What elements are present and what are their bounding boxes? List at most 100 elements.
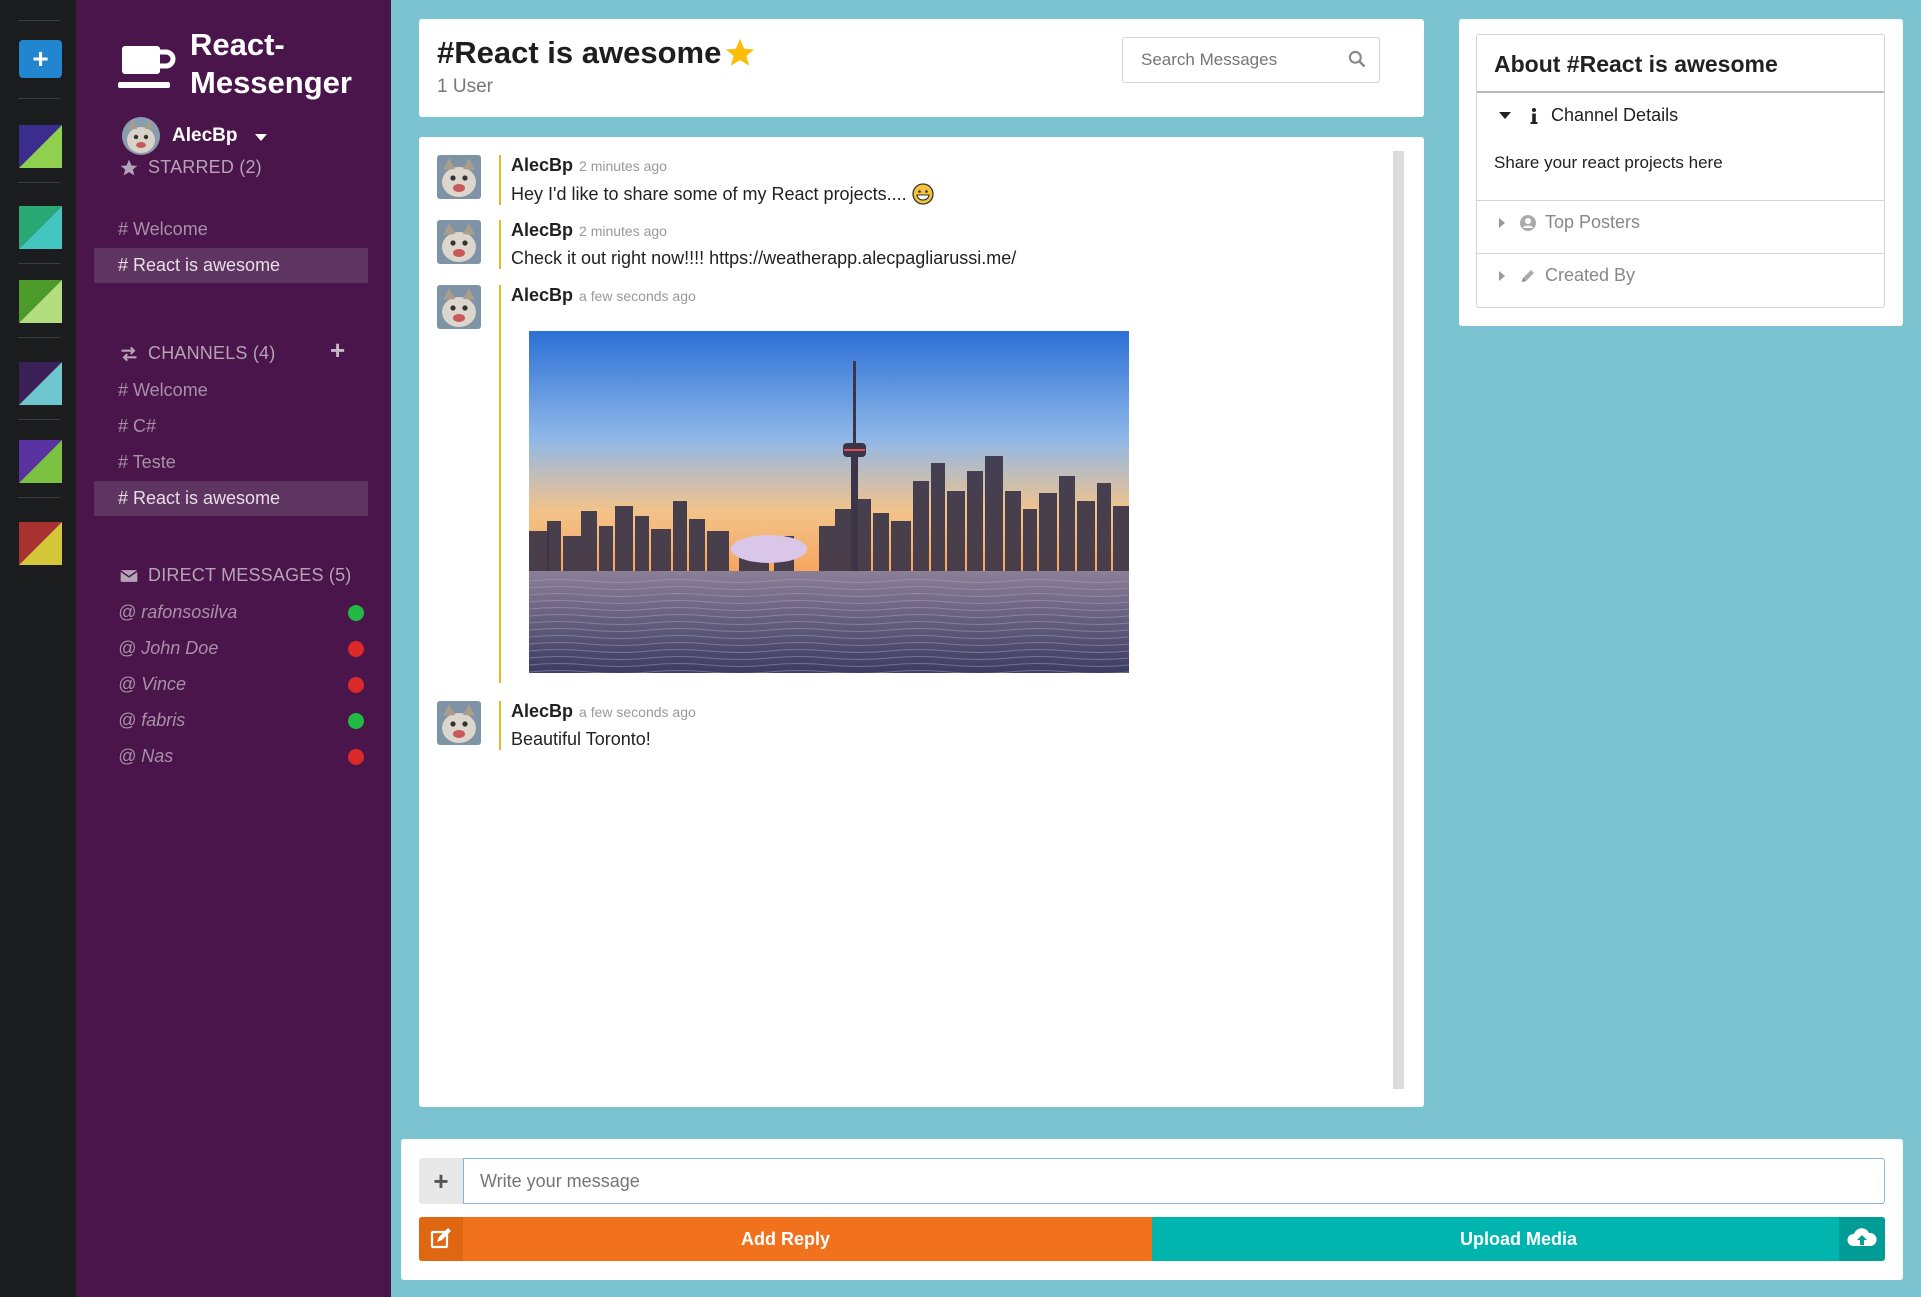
color-theme-rail: + [0, 0, 76, 1297]
color-theme-swatch[interactable] [19, 206, 62, 249]
top-posters-label: Top Posters [1545, 212, 1641, 232]
star-icon[interactable] [723, 36, 757, 70]
color-theme-swatch[interactable] [19, 522, 62, 565]
channel-title-text: #React is awesome [437, 35, 722, 70]
direct-message-item[interactable]: @ Nas [94, 739, 368, 774]
divider [1477, 253, 1884, 254]
color-theme-swatch[interactable] [19, 280, 62, 323]
message-text: Beautiful Toronto! [511, 729, 696, 750]
add-attachment-button[interactable]: + [419, 1158, 463, 1204]
status-dot-offline [348, 641, 364, 657]
status-dot-online [348, 713, 364, 729]
message-text-content: Hey I'd like to share some of my React p… [511, 183, 912, 204]
message-meta: AlecBp 2 minutes ago [511, 155, 934, 177]
nav-item-label: # C# [118, 416, 157, 436]
direct-message-item[interactable]: @ fabris [94, 703, 368, 738]
star-icon [120, 159, 138, 175]
message-text: Hey I'd like to share some of my React p… [511, 183, 934, 205]
user-name: AlecBp [172, 125, 238, 146]
direct-message-item[interactable]: @ Vince [94, 667, 368, 702]
nav-item-label: # Welcome [118, 219, 208, 239]
nav-item-label: # React is awesome [118, 488, 281, 508]
nav-item-label: # React is awesome [118, 255, 281, 275]
message: AlecBp a few seconds ago [437, 285, 1130, 683]
channel-item[interactable]: # Welcome [94, 212, 368, 247]
accordion-top-posters[interactable]: Top Posters [1499, 212, 1640, 233]
message: AlecBp 2 minutes ago Hey I'd like to share… [437, 155, 934, 205]
rail-divider [18, 98, 60, 99]
channel-title: #React is awesome [437, 35, 757, 71]
message: AlecBp a few seconds ago Beautiful Toronto… [437, 701, 696, 750]
color-theme-swatch[interactable] [19, 125, 62, 168]
direct-message-item[interactable]: @ John Doe [94, 631, 368, 666]
rail-divider [18, 497, 60, 498]
message-body: AlecBp 2 minutes ago Hey I'd like to share… [499, 155, 934, 205]
caret-right-icon [1499, 217, 1505, 228]
avatar [437, 155, 481, 199]
add-reply-button[interactable]: Add Reply [419, 1217, 1152, 1261]
message-input[interactable] [463, 1158, 1885, 1204]
meta-panel: About #React is awesome Channel Details … [1459, 19, 1903, 326]
direct-message-item[interactable]: @ rafonsosilva [94, 595, 368, 630]
message-author[interactable]: AlecBp [511, 285, 573, 305]
upload-icon-box [1839, 1217, 1885, 1261]
nav-item-label: @ Vince [118, 674, 186, 694]
message-meta: AlecBp a few seconds ago [511, 701, 696, 723]
channel-item[interactable]: # Teste [94, 445, 368, 480]
channels-header: CHANNELS (4) [118, 343, 275, 364]
scrollbar[interactable] [1393, 151, 1404, 1089]
message-timestamp: 2 minutes ago [579, 223, 667, 239]
coffee-cup-icon [118, 46, 176, 88]
rail-divider [18, 182, 60, 183]
created-by-label: Created By [1545, 265, 1636, 285]
toronto-skyline-image[interactable] [528, 331, 1130, 674]
channel-item[interactable]: # React is awesome [94, 481, 368, 516]
exchange-icon [121, 346, 137, 361]
channel-item[interactable]: # C# [94, 409, 368, 444]
status-dot-offline [348, 677, 364, 693]
nav-item-label: # Welcome [118, 380, 208, 400]
message-author[interactable]: AlecBp [511, 155, 573, 175]
message-meta: AlecBp 2 minutes ago [511, 220, 1016, 242]
user-dropdown[interactable]: AlecBp [122, 117, 268, 155]
message-text-content: Beautiful Toronto! [511, 729, 651, 749]
nav-item-label: @ John Doe [118, 638, 219, 658]
channel-item[interactable]: # React is awesome [94, 248, 368, 283]
search-icon [1348, 50, 1366, 68]
add-color-theme-button[interactable]: + [19, 40, 62, 78]
upload-media-button[interactable]: Upload Media [1152, 1217, 1885, 1261]
channel-item[interactable]: # Welcome [94, 373, 368, 408]
channels-header-label: CHANNELS (4) [148, 343, 276, 363]
divider [1477, 91, 1884, 93]
accordion-created-by[interactable]: Created By [1499, 265, 1635, 286]
meta-title: About #React is awesome [1494, 51, 1778, 77]
nav-item-label: @ Nas [118, 746, 174, 766]
app-name-line2: Messenger [190, 65, 352, 100]
app-name: React- Messenger [190, 26, 352, 102]
divider [1477, 200, 1884, 201]
message-timestamp: a few seconds ago [579, 288, 696, 304]
message-author[interactable]: AlecBp [511, 220, 573, 240]
user-circle-icon [1520, 214, 1536, 231]
starred-header-label: STARRED (2) [148, 157, 262, 177]
rail-divider [18, 263, 60, 264]
message-timestamp: a few seconds ago [579, 704, 696, 720]
color-theme-swatch[interactable] [19, 440, 62, 483]
cloud-upload-icon [1847, 1228, 1877, 1246]
rail-divider [18, 419, 60, 420]
accordion-channel-details[interactable]: Channel Details [1499, 105, 1678, 126]
grinning-face-icon [911, 183, 934, 205]
message-author[interactable]: AlecBp [511, 701, 573, 721]
message-meta: AlecBp a few seconds ago [511, 285, 1129, 307]
add-channel-button[interactable]: + [330, 335, 345, 366]
app-name-line1: React- [190, 27, 285, 62]
avatar [437, 701, 481, 745]
direct-messages-header-label: DIRECT MESSAGES (5) [148, 565, 352, 585]
caret-down-icon [1499, 112, 1511, 119]
avatar [437, 220, 481, 264]
upload-media-label: Upload Media [1459, 1229, 1577, 1249]
messages-panel: AlecBp 2 minutes ago Hey I'd like to share… [419, 137, 1424, 1107]
info-icon [1530, 107, 1538, 124]
color-theme-swatch[interactable] [19, 362, 62, 405]
search-input[interactable] [1139, 38, 1343, 82]
